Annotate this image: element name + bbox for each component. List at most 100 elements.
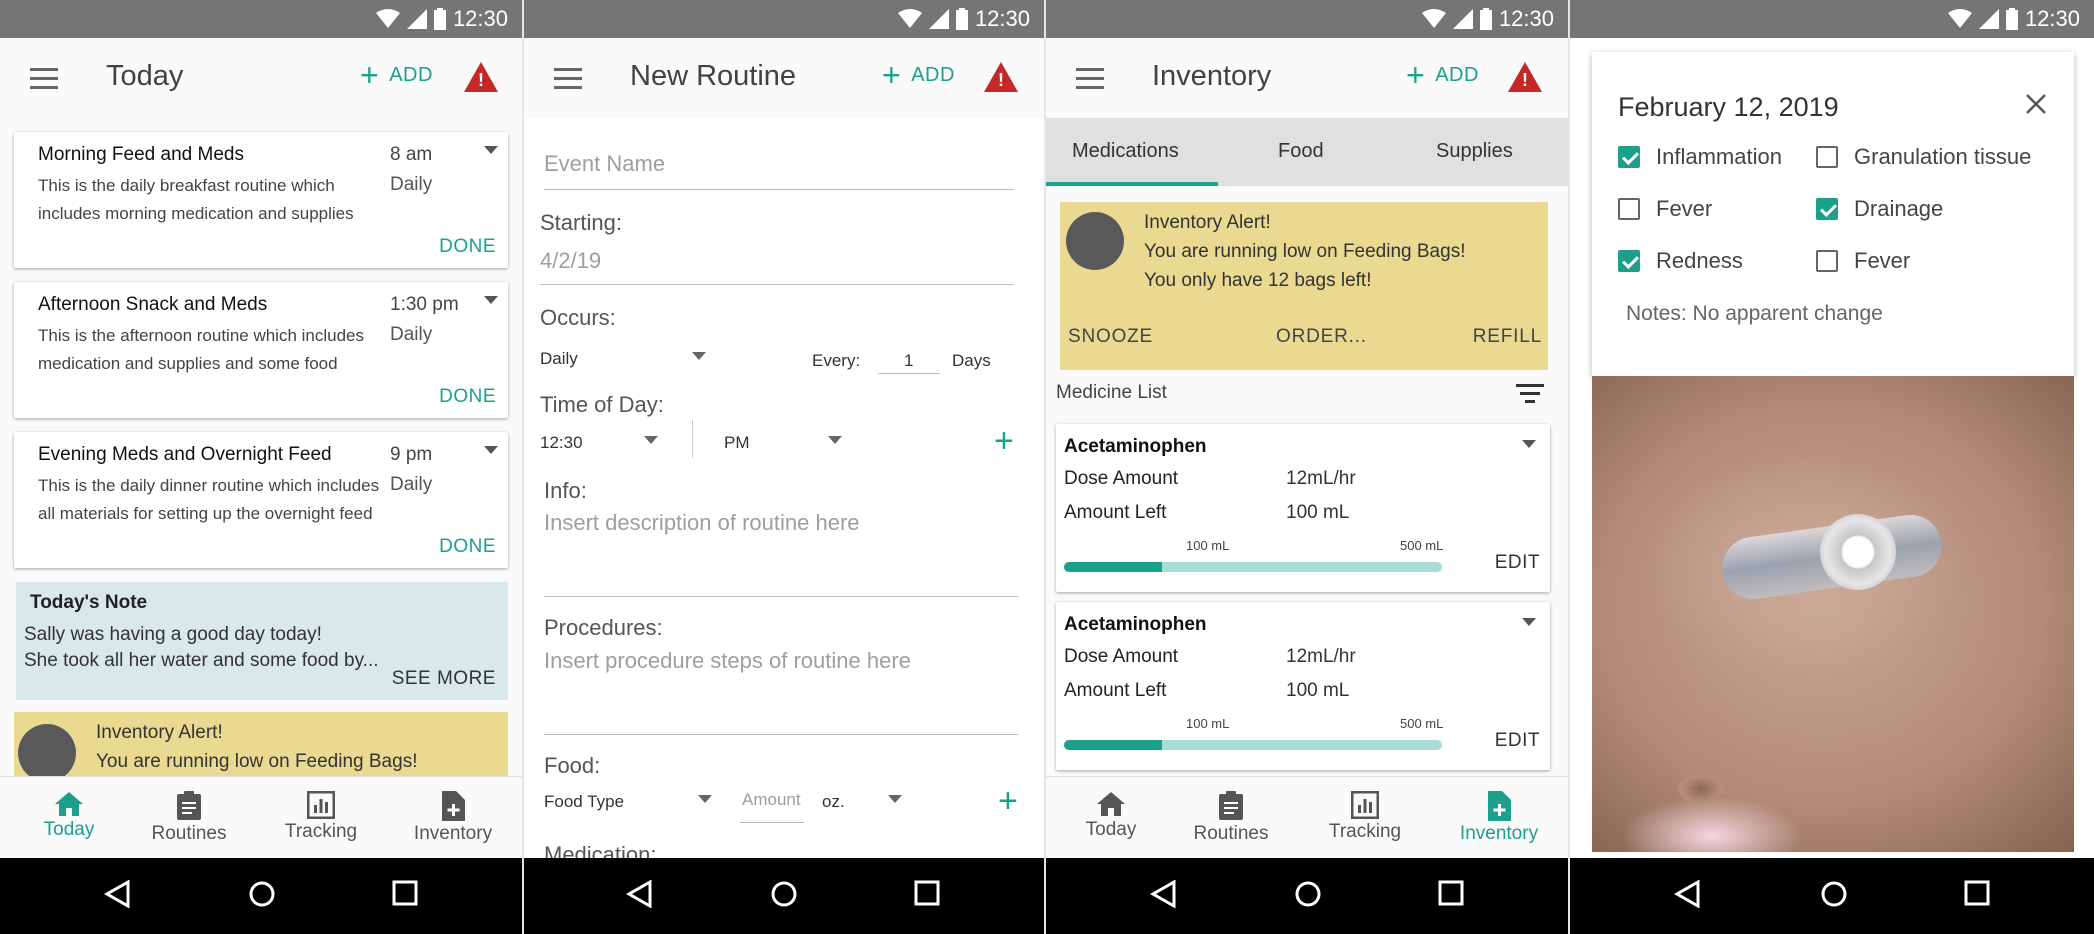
warning-icon[interactable]: !	[464, 62, 498, 92]
chevron-down-icon[interactable]	[484, 146, 498, 154]
dose-label: Dose Amount	[1064, 646, 1179, 667]
info-input[interactable]: Insert description of routine here	[544, 510, 860, 536]
divider	[544, 596, 1018, 597]
overview-icon[interactable]	[1964, 880, 1990, 906]
food-type-select[interactable]: Food Type	[544, 792, 624, 812]
chevron-down-icon[interactable]	[888, 795, 902, 803]
chevron-down-icon[interactable]	[1522, 618, 1536, 626]
system-nav-bar	[1570, 858, 2094, 934]
nav-inventory[interactable]: Inventory	[1444, 777, 1554, 859]
nav-tracking[interactable]: Tracking	[1310, 777, 1420, 859]
starting-date-input[interactable]: 4/2/19	[540, 248, 601, 274]
time-of-day-label: Time of Day:	[540, 392, 664, 417]
checkbox-label: Drainage	[1854, 196, 1944, 221]
nav-tracking[interactable]: Tracking	[266, 777, 376, 859]
amount-input[interactable]: Amount	[742, 790, 801, 810]
overview-icon[interactable]	[392, 880, 418, 906]
checkbox[interactable]	[1618, 146, 1640, 168]
alert-title: Inventory Alert!	[1144, 212, 1271, 233]
nav-today[interactable]: Today	[1056, 777, 1166, 859]
todays-note: Today's Note Sally was having a good day…	[16, 582, 508, 700]
back-icon[interactable]	[626, 880, 652, 908]
overview-icon[interactable]	[1438, 880, 1464, 906]
ampm-select[interactable]: PM	[724, 433, 750, 453]
done-button[interactable]: DONE	[439, 386, 496, 408]
checkbox[interactable]	[1816, 250, 1838, 272]
add-food-button[interactable]: +	[998, 784, 1018, 818]
bar-chart-icon	[307, 791, 335, 819]
back-icon[interactable]	[1674, 880, 1700, 908]
divider	[540, 284, 1014, 285]
chevron-down-icon[interactable]	[644, 436, 658, 444]
add-button[interactable]: + ADD	[882, 57, 955, 93]
routine-card[interactable]: Evening Meds and Overnight Feed This is …	[14, 432, 508, 568]
chevron-down-icon[interactable]	[1522, 440, 1536, 448]
alert-text: Inventory Alert! You are running low on …	[96, 718, 417, 776]
occurs-select[interactable]: Daily	[540, 349, 578, 369]
menu-icon[interactable]	[554, 68, 582, 90]
checkbox[interactable]	[1816, 146, 1838, 168]
home-button-icon[interactable]	[248, 880, 276, 908]
status-time: 12:30	[452, 6, 508, 31]
nav-inventory[interactable]: Inventory	[398, 777, 508, 859]
chevron-down-icon[interactable]	[484, 446, 498, 454]
filter-icon[interactable]	[1516, 384, 1544, 404]
add-time-button[interactable]: +	[994, 424, 1014, 458]
medicine-card[interactable]: Acetaminophen Dose Amount 12mL/hr Amount…	[1056, 602, 1550, 770]
checkbox[interactable]	[1816, 198, 1838, 220]
snooze-button[interactable]: SNOOZE	[1068, 326, 1153, 348]
routine-frequency: Daily	[390, 324, 433, 345]
nav-today[interactable]: Today	[14, 777, 124, 859]
edit-button[interactable]: EDIT	[1495, 730, 1540, 752]
warning-icon[interactable]: !	[984, 62, 1018, 92]
nav-routines[interactable]: Routines	[1176, 777, 1286, 859]
checkbox-label: Redness	[1656, 248, 1743, 273]
chevron-down-icon[interactable]	[698, 795, 712, 803]
close-icon[interactable]	[2024, 92, 2048, 116]
tab-supplies[interactable]: Supplies	[1436, 140, 1513, 163]
done-button[interactable]: DONE	[439, 236, 496, 258]
tab-food[interactable]: Food	[1278, 140, 1324, 163]
routine-title: Afternoon Snack and Meds	[38, 294, 268, 315]
chevron-down-icon[interactable]	[828, 436, 842, 444]
nav-label: Tracking	[284, 821, 358, 842]
unit-select[interactable]: oz.	[822, 792, 845, 812]
routine-card[interactable]: Morning Feed and Meds This is the daily …	[14, 132, 508, 268]
chevron-down-icon[interactable]	[692, 352, 706, 360]
see-more-button[interactable]: SEE MORE	[392, 668, 496, 690]
order-button[interactable]: ORDER...	[1276, 326, 1367, 348]
plus-icon: +	[882, 57, 902, 93]
checkbox[interactable]	[1618, 198, 1640, 220]
avatar	[18, 724, 76, 782]
time-select[interactable]: 12:30	[540, 433, 583, 453]
back-icon[interactable]	[1150, 880, 1176, 908]
home-button-icon[interactable]	[1820, 880, 1848, 908]
warning-icon[interactable]: !	[1508, 62, 1542, 92]
medicine-card[interactable]: Acetaminophen Dose Amount 12mL/hr Amount…	[1056, 424, 1550, 592]
back-icon[interactable]	[104, 880, 130, 908]
add-label: ADD	[1435, 63, 1479, 86]
tab-medications[interactable]: Medications	[1072, 140, 1179, 163]
edit-button[interactable]: EDIT	[1495, 552, 1540, 574]
refill-button[interactable]: REFILL	[1473, 326, 1542, 348]
every-input[interactable]: 1	[904, 351, 913, 371]
menu-icon[interactable]	[1076, 68, 1104, 90]
stoma-photo	[1592, 376, 2074, 852]
done-button[interactable]: DONE	[439, 536, 496, 558]
home-button-icon[interactable]	[1294, 880, 1322, 908]
routine-card[interactable]: Afternoon Snack and Meds This is the aft…	[14, 282, 508, 418]
add-button[interactable]: + ADD	[1406, 59, 1479, 91]
overview-icon[interactable]	[914, 880, 940, 906]
checkbox[interactable]	[1618, 250, 1640, 272]
nav-routines[interactable]: Routines	[134, 777, 244, 859]
add-label: ADD	[911, 63, 955, 86]
add-button[interactable]: + ADD	[360, 59, 433, 91]
procedures-label: Procedures:	[544, 615, 663, 640]
chevron-down-icon[interactable]	[484, 296, 498, 304]
home-button-icon[interactable]	[770, 880, 798, 908]
progress-fill	[1064, 562, 1163, 572]
add-label: ADD	[389, 63, 433, 86]
menu-icon[interactable]	[30, 68, 58, 90]
event-name-input[interactable]: Event Name	[544, 151, 665, 177]
procedures-input[interactable]: Insert procedure steps of routine here	[544, 648, 911, 674]
